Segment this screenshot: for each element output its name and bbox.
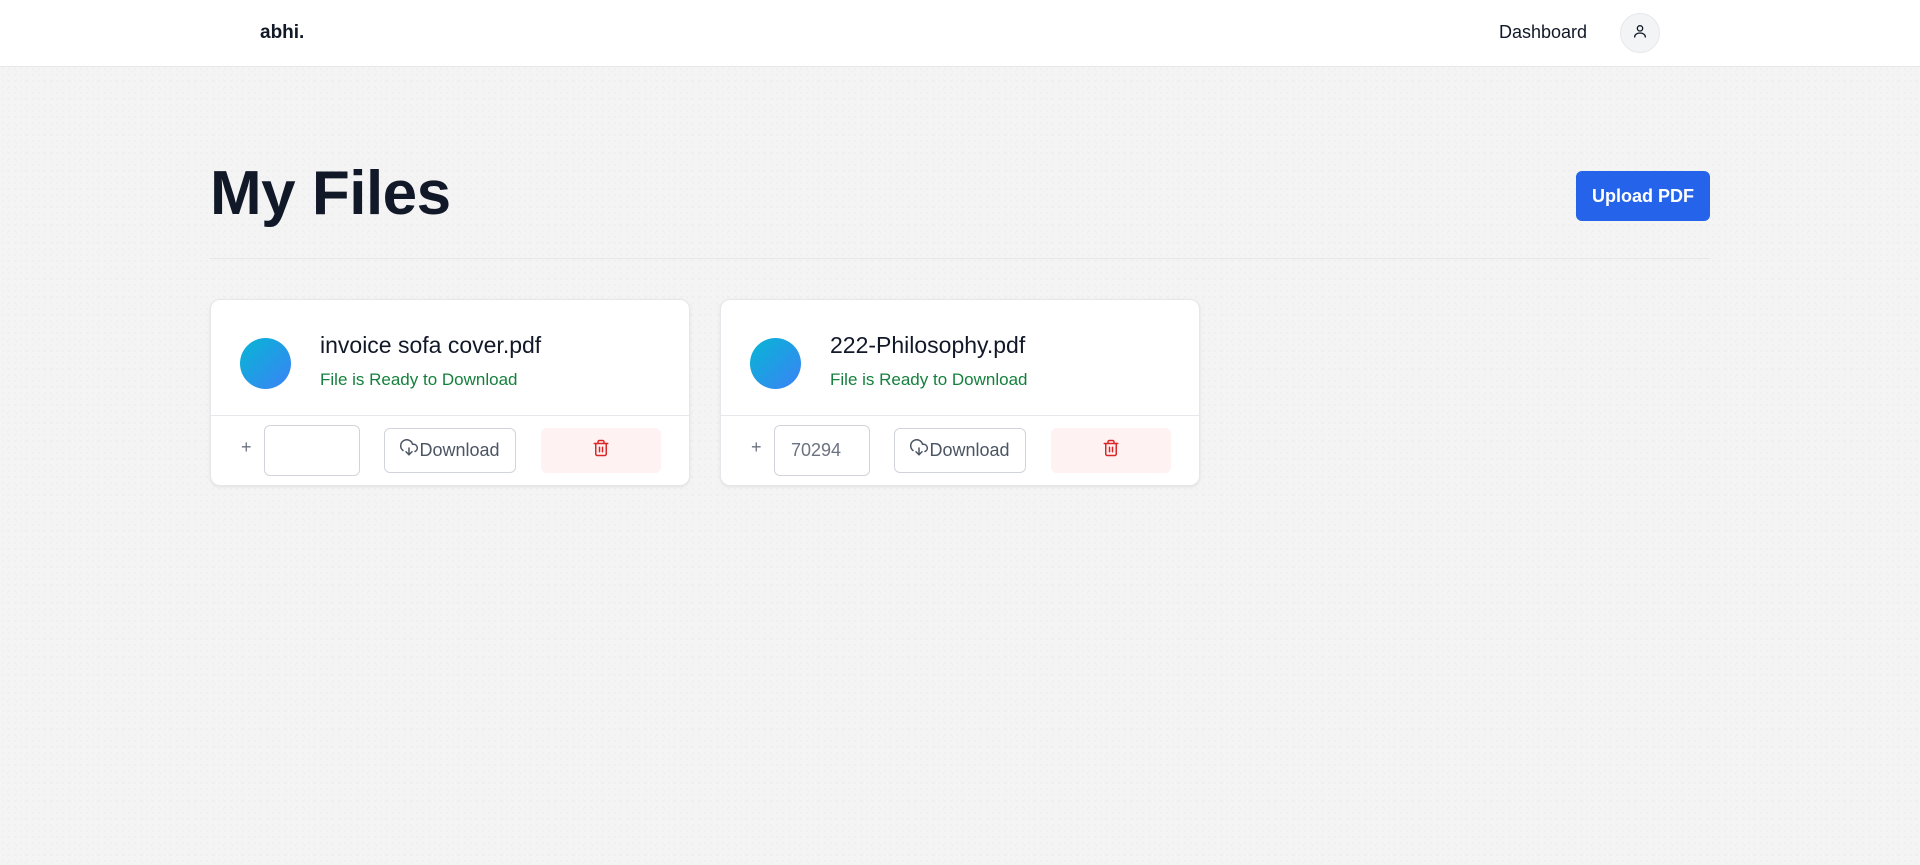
- logo[interactable]: abhi.: [260, 22, 304, 44]
- delete-button[interactable]: [541, 428, 661, 473]
- plus-icon: +: [751, 437, 762, 457]
- delete-button[interactable]: [1051, 428, 1171, 473]
- file-card-actions: + Download: [211, 417, 689, 487]
- file-status: File is Ready to Download: [830, 370, 1028, 389]
- trash-icon: [1102, 439, 1120, 462]
- plus-icon: +: [241, 437, 252, 457]
- file-avatar: [750, 338, 801, 389]
- download-button[interactable]: Download: [384, 428, 516, 473]
- quantity-input[interactable]: [774, 425, 870, 476]
- upload-pdf-button[interactable]: Upload PDF: [1576, 171, 1710, 221]
- file-avatar: [240, 338, 291, 389]
- download-button[interactable]: Download: [894, 428, 1026, 473]
- file-name: invoice sofa cover.pdf: [320, 332, 542, 358]
- download-label: Download: [929, 440, 1010, 460]
- quantity-input[interactable]: [264, 425, 360, 476]
- download-label: Download: [419, 440, 500, 460]
- file-card-header: invoice sofa cover.pdf File is Ready to …: [211, 300, 689, 416]
- trash-icon: [592, 439, 610, 462]
- file-card-header: 222-Philosophy.pdf File is Ready to Down…: [721, 300, 1199, 416]
- cloud-download-icon: [910, 439, 929, 462]
- page-title: My Files: [210, 159, 451, 228]
- cloud-download-icon: [400, 439, 419, 462]
- divider: [210, 258, 1710, 259]
- file-name: 222-Philosophy.pdf: [830, 332, 1026, 358]
- user-icon: [1632, 23, 1648, 44]
- file-card-actions: + Download: [721, 417, 1199, 487]
- file-card: 222-Philosophy.pdf File is Ready to Down…: [720, 299, 1200, 486]
- nav-link-dashboard[interactable]: Dashboard: [1499, 22, 1587, 43]
- navbar: abhi. Dashboard: [0, 0, 1920, 67]
- file-card: invoice sofa cover.pdf File is Ready to …: [210, 299, 690, 486]
- user-avatar-button[interactable]: [1620, 13, 1660, 53]
- file-status: File is Ready to Download: [320, 370, 518, 389]
